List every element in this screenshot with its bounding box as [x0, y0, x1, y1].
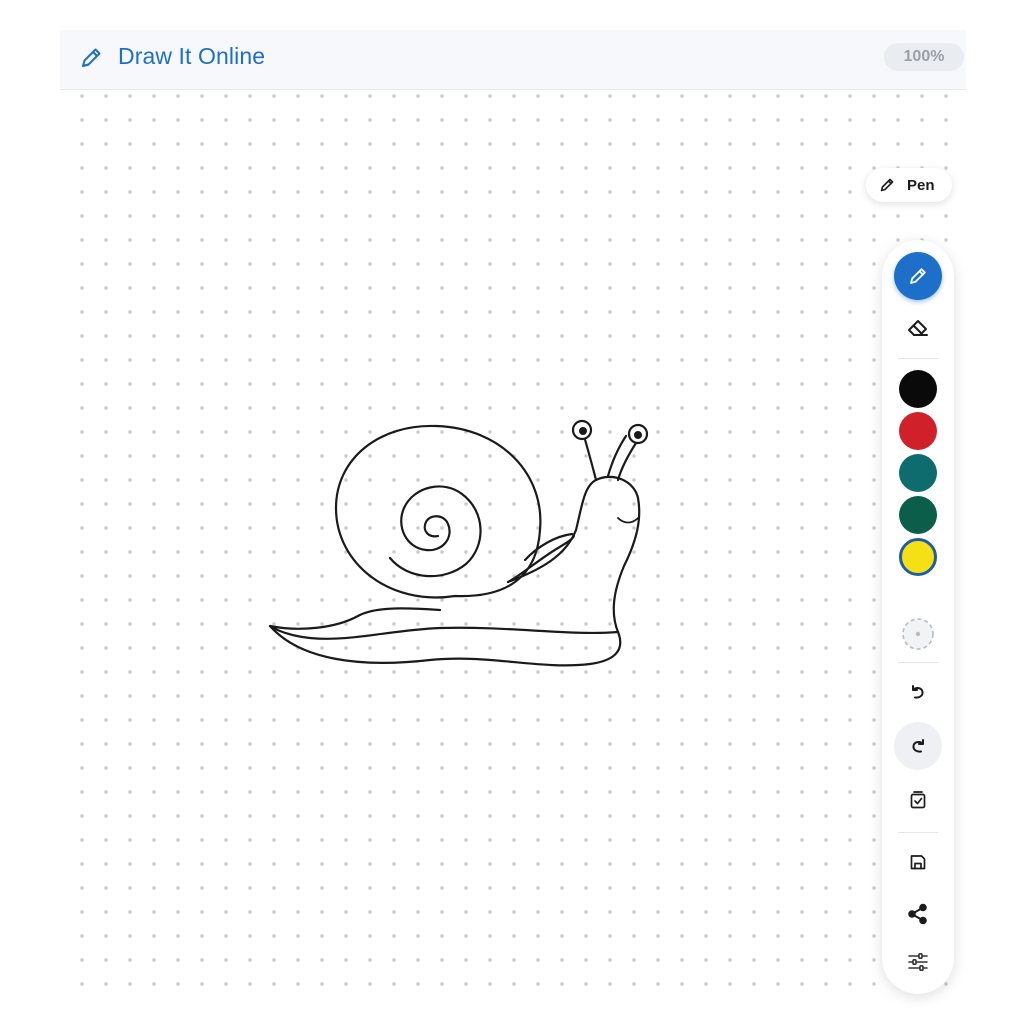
toolbar-divider	[898, 358, 938, 359]
save-button[interactable]	[894, 838, 942, 886]
toolbar-divider	[898, 832, 938, 833]
eraser-tool-button[interactable]	[894, 304, 942, 352]
eraser-icon	[908, 320, 928, 336]
share-button[interactable]	[894, 890, 942, 938]
color-swatch-black[interactable]	[899, 370, 937, 408]
save-icon	[910, 855, 926, 870]
pencil-icon	[880, 178, 894, 192]
color-swatch-red[interactable]	[899, 412, 937, 450]
snail-drawing	[268, 419, 649, 667]
brush-size-icon	[902, 618, 934, 650]
undo-icon	[912, 685, 924, 699]
clear-canvas-button[interactable]	[894, 776, 942, 824]
toolbar-divider	[898, 662, 938, 663]
current-tool-label: Pen	[907, 177, 935, 194]
undo-button[interactable]	[894, 668, 942, 716]
drawing-canvas[interactable]: Pen	[60, 90, 966, 994]
drawing-app: Draw It Online 100% Pen	[60, 30, 966, 994]
settings-button[interactable]	[894, 938, 942, 986]
color-swatch-teal[interactable]	[899, 454, 937, 492]
current-tool-indicator: Pen	[866, 168, 952, 202]
brush-size-button[interactable]	[894, 610, 942, 658]
redo-button[interactable]	[894, 722, 942, 770]
pencil-logo-icon	[82, 48, 101, 67]
pencil-icon	[910, 268, 926, 284]
zoom-level-badge[interactable]: 100%	[884, 43, 964, 71]
app-header: Draw It Online 100%	[60, 30, 966, 90]
color-swatch-yellow[interactable]	[899, 538, 937, 576]
settings-sliders-icon	[908, 952, 928, 972]
pen-tool-button[interactable]	[894, 252, 942, 300]
clear-canvas-icon	[910, 791, 926, 809]
drawing-toolbar	[882, 240, 954, 994]
share-icon	[908, 903, 927, 925]
app-title: Draw It Online	[118, 43, 266, 69]
redo-icon	[912, 739, 924, 753]
color-swatch-green[interactable]	[899, 496, 937, 534]
